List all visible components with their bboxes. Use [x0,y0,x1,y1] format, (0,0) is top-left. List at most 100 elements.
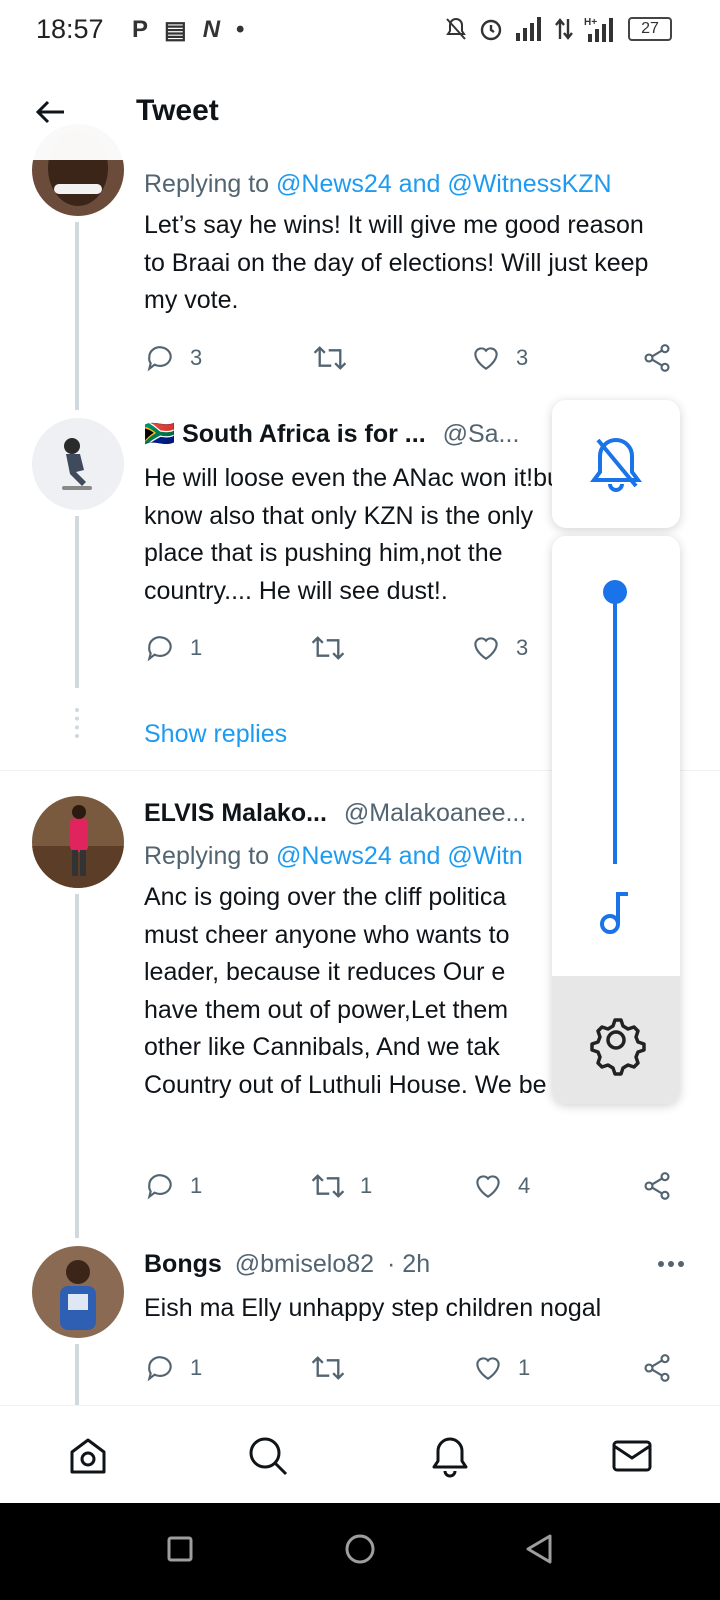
tab-notifications[interactable] [428,1434,472,1483]
replying-to: Replying to @News24 and @WitnessKZN [144,166,612,204]
retweet-button[interactable]: 1 [310,1170,372,1202]
share-button[interactable] [640,342,674,374]
thread-line [75,516,79,688]
alarm-icon [480,19,502,41]
reply-count: 3 [190,345,203,370]
display-name[interactable]: South Africa is for ... [182,420,426,448]
status-right-icons: H+ 27 [444,16,672,42]
replying-prefix: Replying to [144,842,277,870]
back-arrow-icon [35,100,64,124]
like-button[interactable]: 3 [470,342,528,374]
more-options-button[interactable] [656,1254,686,1279]
replying-prefix: Replying to [144,170,277,198]
volume-panel [552,536,680,1104]
gear-icon [590,1018,646,1076]
handle[interactable]: @bmiselo82 [235,1250,374,1278]
ringer-mode-button[interactable] [552,400,680,528]
heart-icon [474,637,498,660]
reply-button[interactable]: 1 [144,632,202,664]
mail-icon [612,1440,652,1472]
retweet-button[interactable] [312,342,362,374]
back-nav-button[interactable] [524,1533,554,1570]
like-button[interactable]: 1 [472,1352,530,1384]
reply-button[interactable]: 1 [144,1170,202,1202]
reply-icon [147,636,172,662]
tweet-text: Eish ma Elly unhappy step children nogal [144,1294,602,1322]
thread-line [75,1344,79,1406]
thread-line [75,222,79,410]
news-icon: ▤ [164,17,187,44]
tweet-time: · 2h [387,1250,431,1278]
retweet-button[interactable] [310,1352,360,1384]
n-icon: N [202,16,221,43]
circle-icon [345,1534,375,1564]
square-icon [167,1536,193,1562]
tweet-text: Let’s say he wins! It will give me good … [144,211,649,314]
svg-text:H+: H+ [584,17,597,28]
handle[interactable]: @Malakoanee... [344,799,526,827]
recents-button[interactable] [166,1535,194,1568]
share-icon [644,1354,670,1382]
parking-icon: P [132,16,149,43]
back-button[interactable] [32,92,72,132]
bell-icon [432,1437,468,1478]
replying-to-link[interactable]: @News24 and @Witn [276,842,523,870]
volume-fill [613,592,617,864]
signal-hplus-icon: H+ [584,17,613,42]
battery-indicator: 27 [628,17,672,41]
display-name[interactable]: ELVIS Malako... [144,799,327,827]
tweet-actions: 1 1 [144,1350,684,1390]
home-nav-button[interactable] [344,1533,376,1570]
show-replies-link[interactable]: Show replies [144,720,287,749]
music-note-icon [600,892,628,934]
tweet-header: Bongs @bmiselo82 · 2h [144,1250,430,1279]
sound-settings-button[interactable] [552,976,680,1104]
thread-dots [75,708,79,738]
triangle-back-icon [526,1534,552,1564]
like-button[interactable]: 4 [472,1170,530,1202]
avatar[interactable] [32,418,124,510]
tab-search[interactable] [246,1434,290,1483]
avatar[interactable] [32,796,124,888]
volume-slider-thumb[interactable] [603,580,627,604]
like-count: 1 [518,1355,531,1380]
handle[interactable]: @Sa... [443,420,520,448]
retweet-button[interactable] [310,632,360,664]
status-bar: 18:57 P ▤ N • H+ 27 [0,0,720,64]
retweet-icon [311,1174,345,1198]
tab-messages[interactable] [610,1434,654,1483]
bottom-tab-bar [0,1405,720,1504]
reply-icon [147,1174,172,1200]
like-count: 3 [516,635,529,660]
tab-home[interactable] [66,1434,110,1483]
reply-icon [147,346,172,372]
tweet-text: He will loose even the ANac won it!but k… [144,464,568,605]
notification-icons: P ▤ N • [132,16,244,45]
share-button[interactable] [640,1352,674,1384]
share-button[interactable] [640,1170,674,1202]
page-title: Tweet [136,94,219,127]
bell-off-icon [590,437,642,492]
tweet-header: ELVIS Malako... @Malakoanee... [144,799,554,828]
retweet-icon [311,1356,345,1380]
heart-icon [474,347,498,370]
replying-to-link[interactable]: @News24 and @WitnessKZN [276,170,612,198]
reply-icon [147,1356,172,1382]
top-app-bar [0,64,720,160]
signal-icon [516,17,541,41]
home-icon [70,1438,106,1474]
reply-button[interactable]: 1 [144,1352,202,1384]
retweet-icon [313,346,347,370]
retweet-icon [311,636,345,660]
replying-to: Replying to @News24 and @Witn [144,838,554,876]
reply-count: 1 [190,1173,203,1198]
dot-icon: • [236,16,245,43]
like-button[interactable]: 3 [470,632,528,664]
avatar[interactable] [32,1246,124,1338]
data-arrows-icon [555,18,573,40]
heart-icon [476,1175,500,1198]
retweet-count: 1 [360,1173,373,1198]
tweet-actions: 1 1 4 [144,1168,684,1208]
display-name[interactable]: Bongs [144,1250,222,1278]
reply-button[interactable]: 3 [144,342,202,374]
